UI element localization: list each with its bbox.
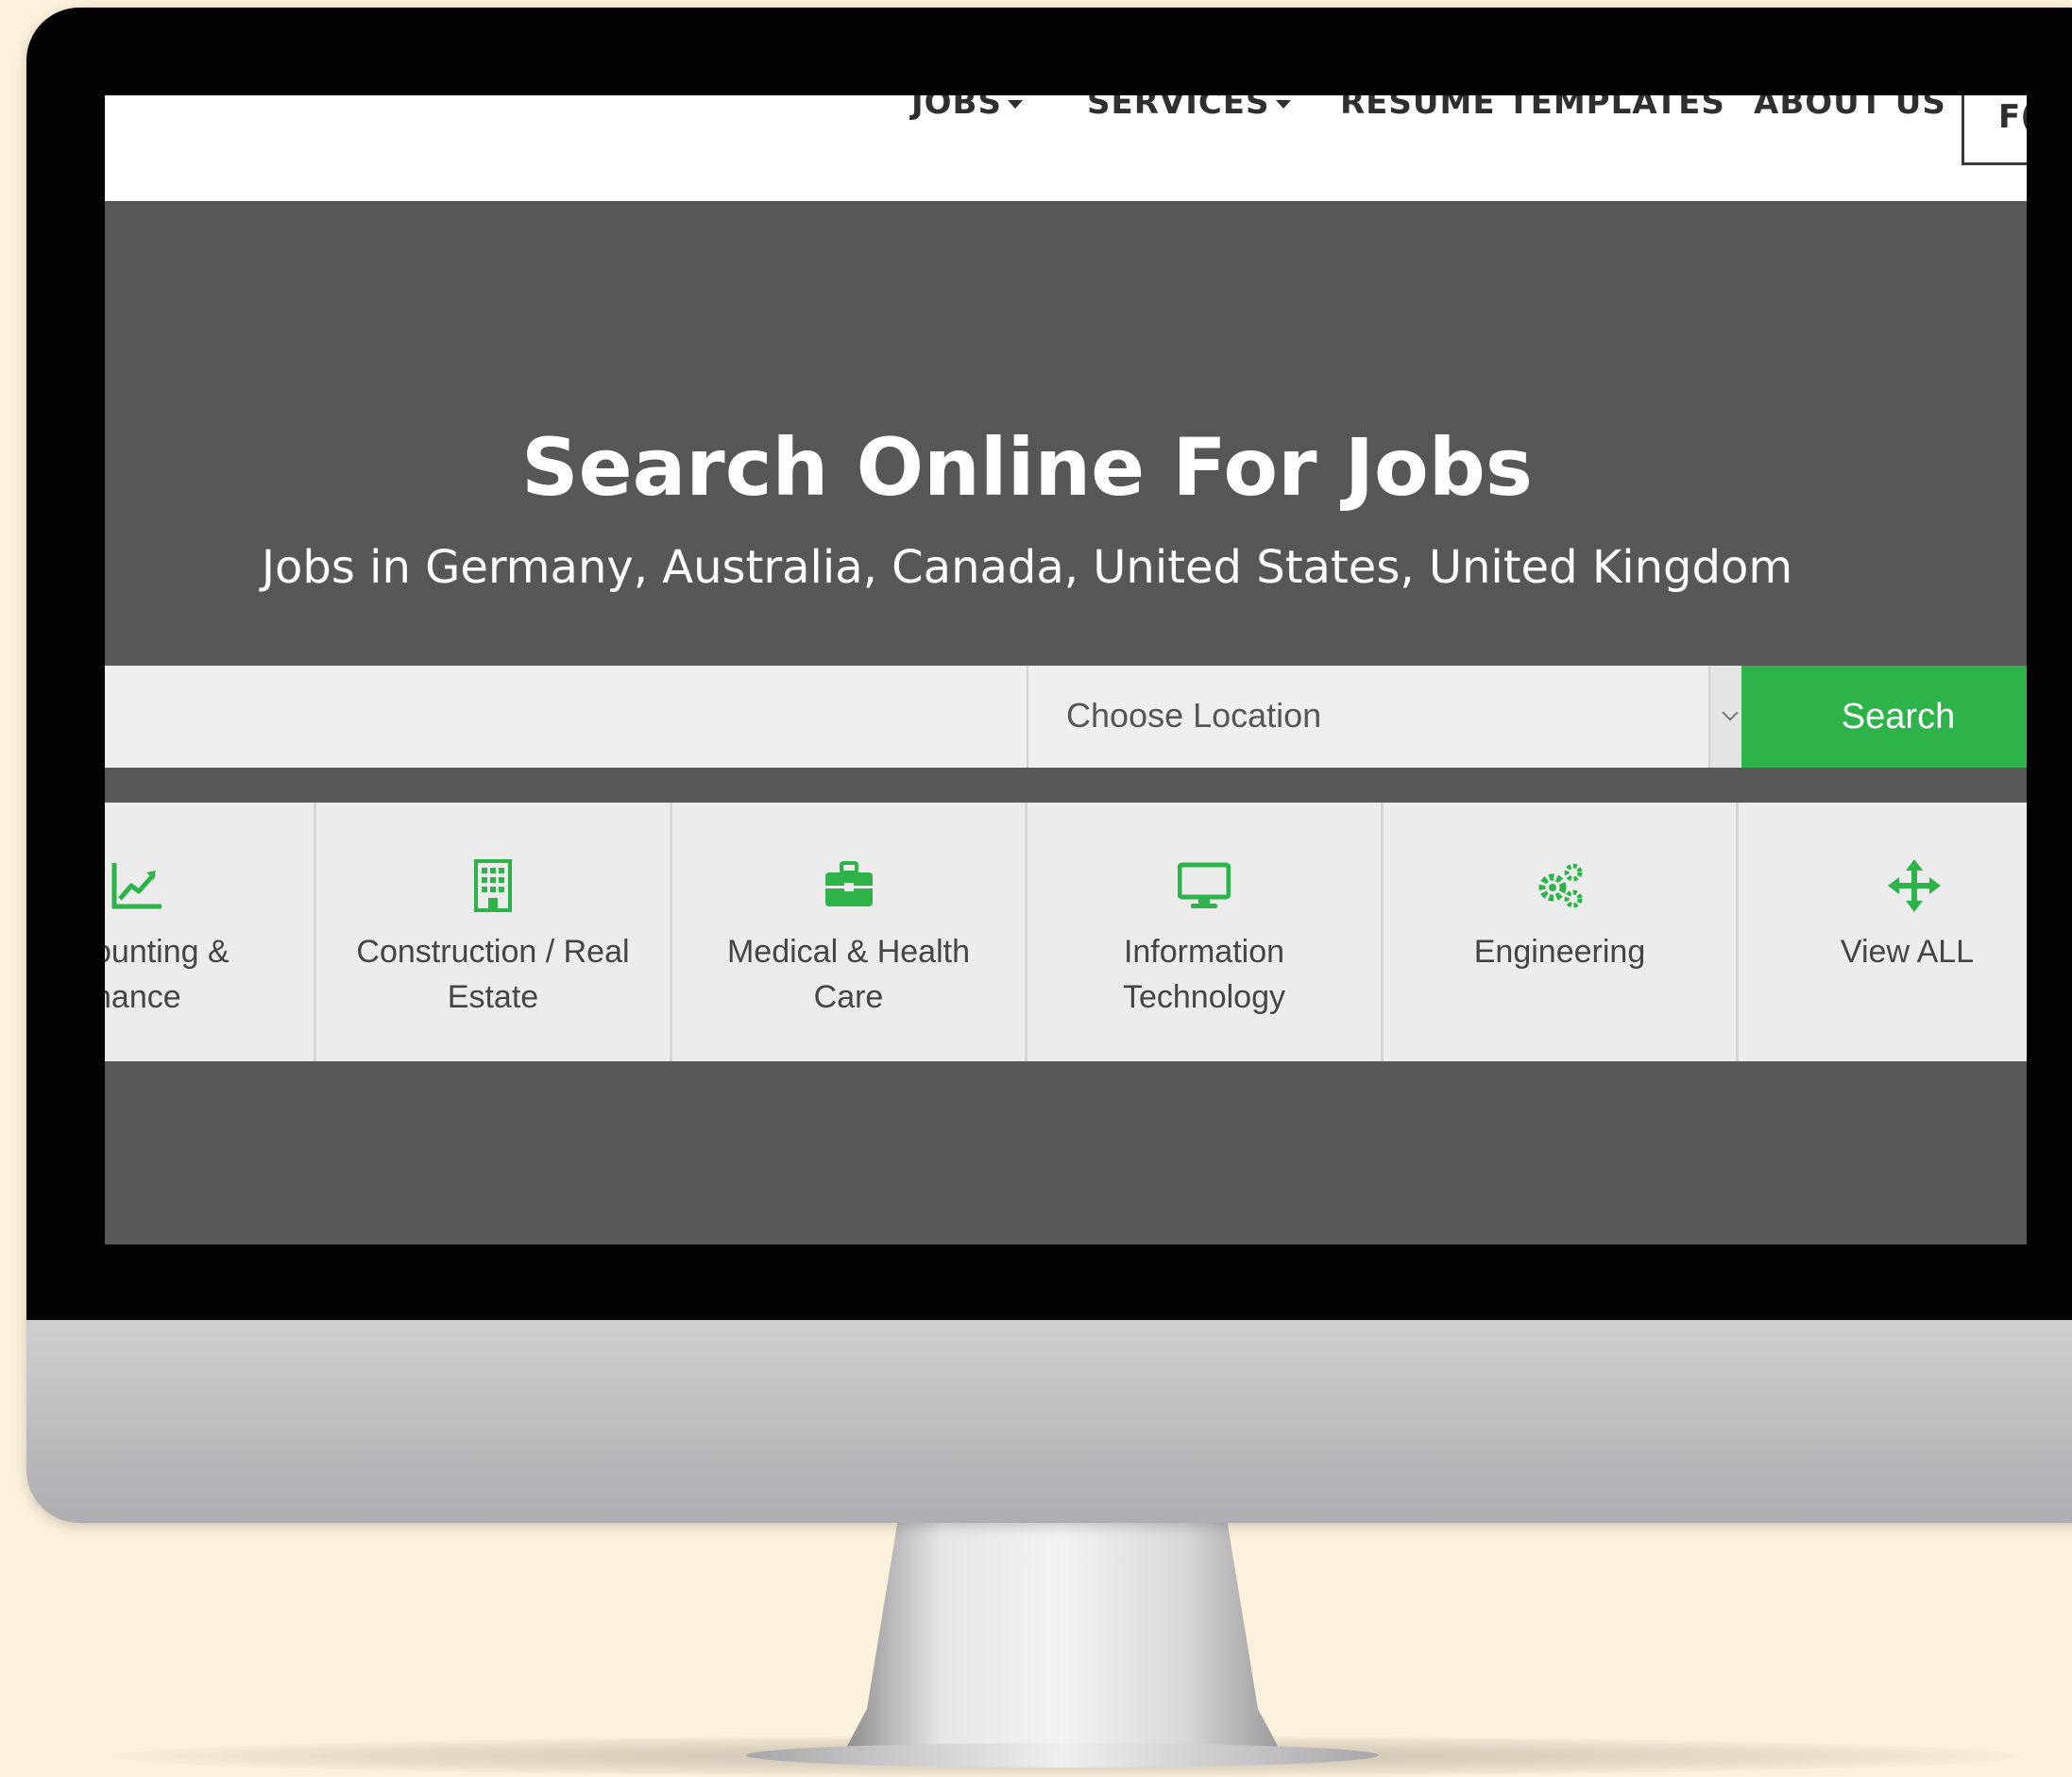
monitor-chin (26, 1320, 2072, 1523)
monitor-stand-foot (746, 1743, 1379, 1768)
search-button[interactable]: Search (1741, 666, 2027, 768)
caret-down-icon (1275, 100, 1291, 109)
category-engineering[interactable]: Engineering (1384, 803, 1739, 1061)
briefcase-icon (824, 861, 873, 906)
monitor-stand (845, 1523, 1280, 1750)
nav-item-resume-templates[interactable]: RESUME TEMPLATES (1340, 95, 1725, 122)
search-bar: Choose Location Search (105, 666, 2027, 768)
hero-title: Search Online For Jobs (521, 421, 1533, 514)
category-label: Construction / Real Estate (356, 934, 630, 1015)
location-select-label: Choose Location (1066, 696, 1322, 735)
category-view-all[interactable]: View ALL (1739, 803, 2027, 1061)
building-icon (474, 859, 512, 912)
gears-icon (1538, 863, 1582, 908)
website-screen: JOBS SERVICES RESUME TEMPLATES ABOUT US … (105, 95, 2027, 1244)
caret-down-icon (1007, 100, 1023, 109)
category-label: Engineering (1473, 934, 1646, 970)
category-information-technology[interactable]: Information Technology (1028, 803, 1384, 1061)
category-label: Information Technology (1122, 934, 1285, 1015)
nav-item-cut-off-button[interactable]: F( (1962, 95, 2027, 165)
nav-item-services[interactable]: SERVICES (1087, 95, 1291, 122)
category-label: View ALL (1840, 934, 1975, 970)
keyword-search-input[interactable] (105, 666, 1028, 768)
nav-item-jobs[interactable]: JOBS (911, 95, 1023, 122)
move-arrows-icon (1888, 859, 1941, 912)
hero-subtitle: Jobs in Germany, Australia, Canada, Unit… (261, 541, 1793, 594)
job-categories: ounting & nance Construction / Real Esta… (105, 803, 2027, 1061)
location-select[interactable]: Choose Location (1028, 666, 1750, 768)
category-medical-health-care[interactable]: Medical & Health Care (672, 803, 1028, 1061)
category-label: Medical & Health Care (726, 934, 970, 1015)
line-chart-icon (111, 863, 161, 909)
category-label: ounting & nance (105, 934, 229, 1015)
monitor-icon (1178, 862, 1231, 908)
category-construction-real-estate[interactable]: Construction / Real Estate (316, 803, 672, 1061)
category-accounting-finance[interactable]: ounting & nance (105, 803, 316, 1061)
top-navigation: JOBS SERVICES RESUME TEMPLATES ABOUT US … (105, 95, 2027, 201)
nav-item-about-us[interactable]: ABOUT US (1754, 95, 1946, 122)
